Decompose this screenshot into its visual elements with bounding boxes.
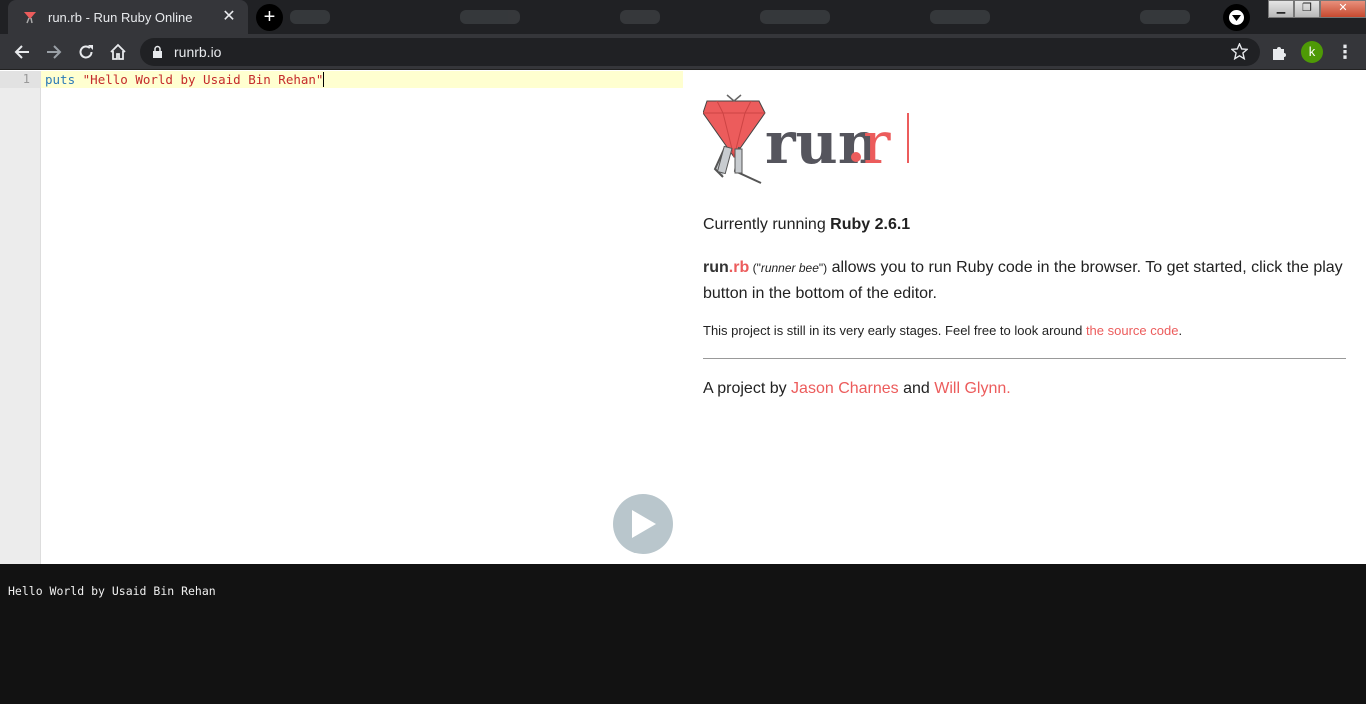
text-caret: [323, 72, 325, 87]
ruby-version: Ruby 2.6.1: [830, 216, 911, 233]
browser-menu-icon[interactable]: ⋮: [1336, 42, 1354, 62]
run-play-button[interactable]: [613, 494, 673, 554]
window-controls: ▁ ❐ ✕: [1268, 0, 1366, 20]
info-panel: run r Currently running Ruby 2.6.1 run.r…: [703, 71, 1346, 564]
lock-icon: [153, 45, 162, 58]
browser-toolbar: runrb.io: [0, 34, 1366, 70]
tab-strip: run.rb - Run Ruby Online ✕ + ▁ ❐ ✕: [0, 0, 1366, 34]
extensions-puzzle-icon[interactable]: [1270, 44, 1288, 62]
output-text: Hello World by Usaid Bin Rehan: [8, 584, 216, 598]
home-button[interactable]: [106, 40, 130, 64]
author-link-jason-charnes[interactable]: Jason Charnes: [791, 380, 899, 397]
project-stage-text: This project is still in its very early …: [703, 323, 1182, 338]
play-icon: [632, 510, 656, 538]
arrow-left-icon: [14, 45, 29, 59]
restore-button[interactable]: ❐: [1294, 0, 1320, 18]
blurred-background-tabs: [290, 4, 1220, 30]
credit-and: and: [898, 380, 935, 397]
credit-text: A project by Jason Charnes and Will Glyn…: [703, 380, 1011, 398]
source-code-link[interactable]: the source code: [1086, 323, 1179, 338]
minimize-button[interactable]: ▁: [1268, 0, 1294, 18]
running-version-text: Currently running Ruby 2.6.1: [703, 216, 910, 234]
code-string: "Hello World by Usaid Bin Rehan": [82, 72, 324, 87]
tab-title: run.rb - Run Ruby Online: [48, 9, 193, 25]
back-button[interactable]: [10, 40, 34, 64]
brand-run: run: [703, 259, 729, 276]
runrb-favicon-icon: [24, 12, 36, 24]
address-bar[interactable]: runrb.io: [140, 38, 1260, 66]
logo-text-rb: r: [863, 109, 891, 177]
browser-tab[interactable]: run.rb - Run Ruby Online ✕: [8, 0, 248, 34]
runrb-logo: run r: [703, 94, 909, 184]
brand-name: run.rb: [703, 259, 749, 276]
stage-text: This project is still in its very early …: [703, 323, 1086, 338]
reload-icon: [79, 45, 93, 59]
tab-search-button[interactable]: [1223, 4, 1250, 31]
code-editor[interactable]: 1 puts "Hello World by Usaid Bin Rehan": [0, 71, 683, 564]
reload-button[interactable]: [74, 40, 98, 64]
output-console: Hello World by Usaid Bin Rehan: [0, 564, 1366, 704]
paren-open: (": [749, 261, 761, 275]
forward-button[interactable]: [42, 40, 66, 64]
arrow-right-icon: [47, 45, 62, 59]
about-paragraph: run.rb ("runner bee") allows you to run …: [703, 255, 1343, 306]
window-close-button[interactable]: ✕: [1320, 0, 1366, 18]
tab-close-icon[interactable]: ✕: [220, 8, 238, 26]
bookmark-star-icon[interactable]: [1231, 43, 1248, 60]
paren-close: "): [818, 261, 828, 275]
author-link-will-glynn[interactable]: Will Glynn.: [934, 380, 1010, 397]
running-label: Currently running: [703, 216, 831, 233]
line-number: 1: [22, 72, 30, 86]
profile-avatar[interactable]: k: [1301, 41, 1323, 63]
divider: [703, 358, 1346, 359]
brand-rb: .rb: [728, 259, 750, 276]
home-icon: [110, 43, 126, 60]
code-keyword: puts: [45, 72, 76, 87]
code-line[interactable]: puts "Hello World by Usaid Bin Rehan": [45, 72, 325, 87]
line-number-gutter: 1: [0, 71, 41, 564]
url-text: runrb.io: [174, 44, 222, 60]
chevron-down-icon: [1229, 10, 1244, 25]
new-tab-button[interactable]: +: [256, 4, 283, 31]
nickname: runner bee: [760, 261, 819, 275]
credit-prefix: A project by: [703, 380, 792, 397]
stage-end: .: [1178, 323, 1183, 338]
